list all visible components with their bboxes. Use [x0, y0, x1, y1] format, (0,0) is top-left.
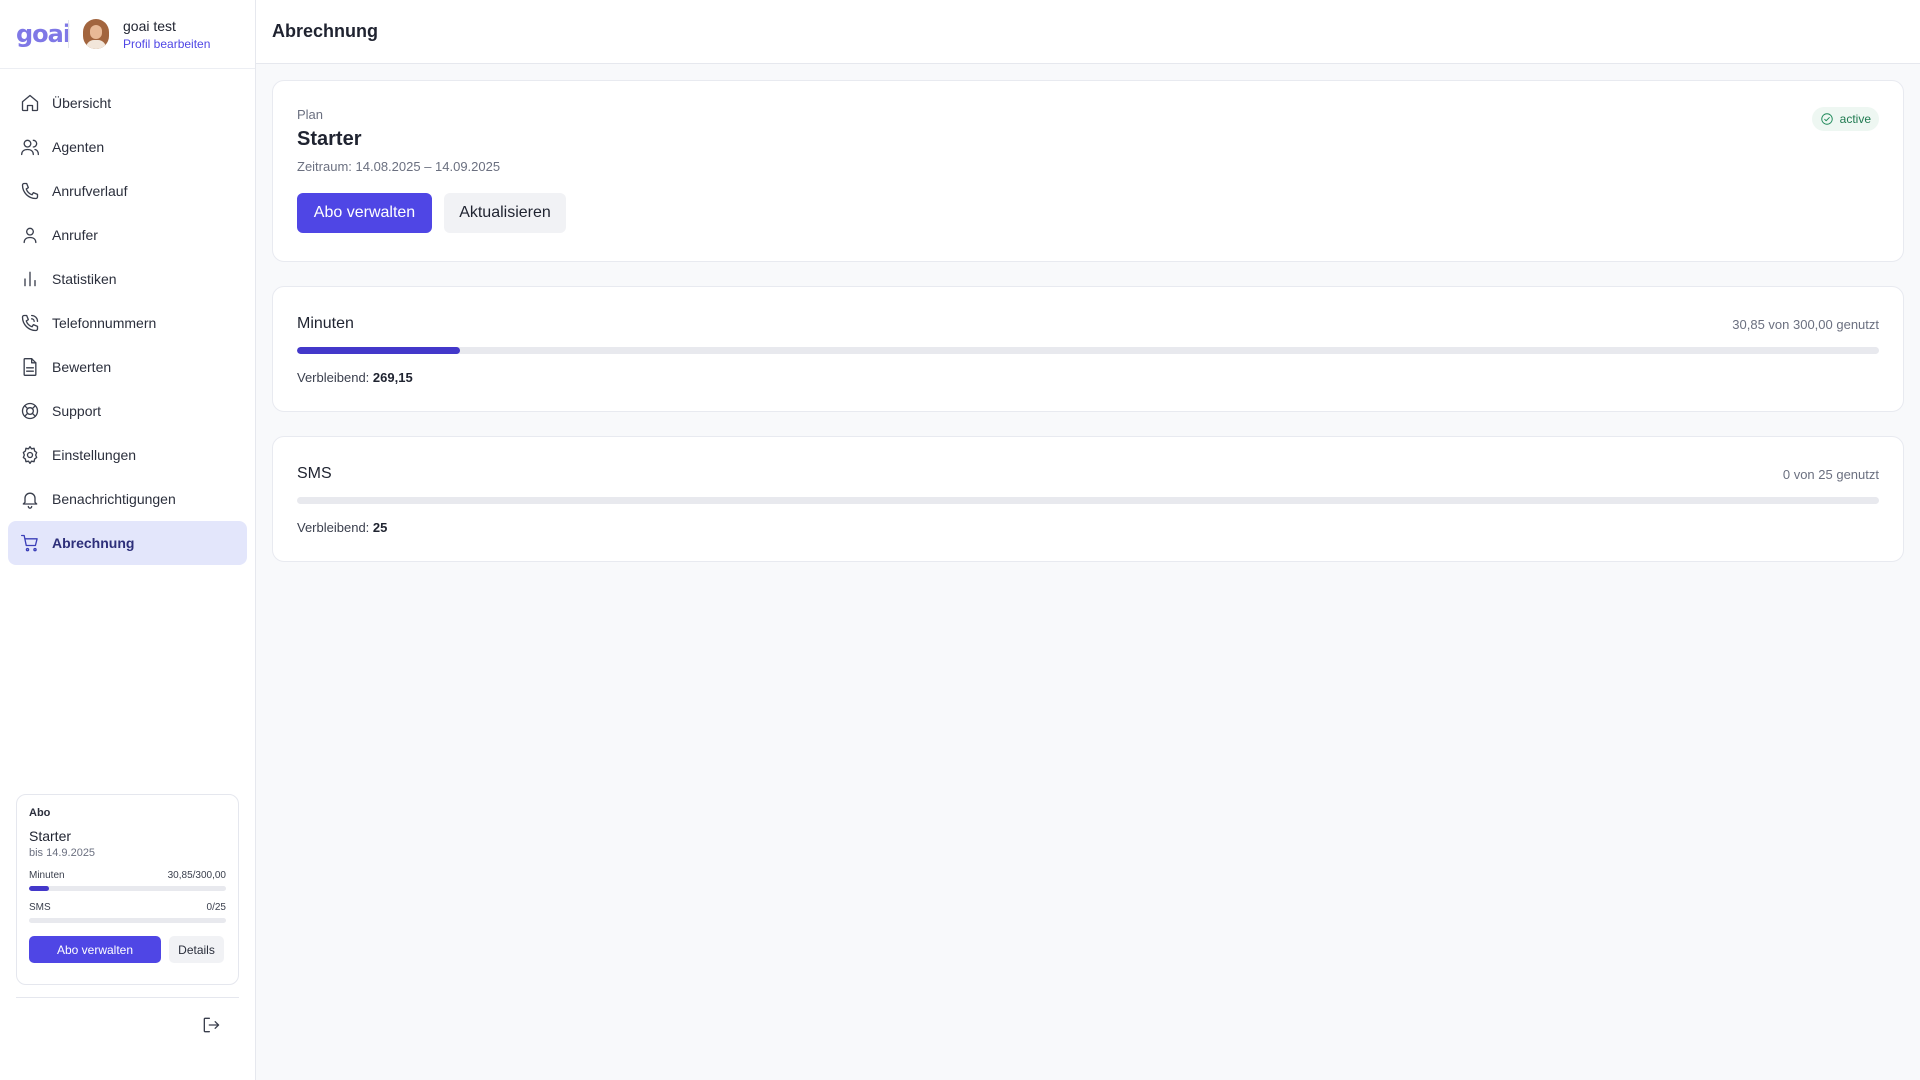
- sidebar-header: goai goai test Profil bearbeiten: [0, 0, 255, 69]
- sidebar-item-benachrichtigungen[interactable]: Benachrichtigungen: [8, 477, 247, 521]
- sidebar-item-label: Einstellungen: [52, 447, 137, 463]
- sidebar-item-label: Anrufer: [52, 227, 98, 243]
- plan-period: Zeitraum: 14.08.2025 – 14.09.2025: [297, 159, 501, 174]
- plan-label: Plan: [297, 107, 324, 122]
- refresh-button[interactable]: Aktualisieren: [444, 193, 566, 233]
- sms-usage-title: SMS: [297, 465, 332, 482]
- minutes-usage-count: 30,85 von 300,00 genutzt: [1732, 316, 1879, 332]
- sidebar-nav: Übersicht Agenten Anrufverlauf Anrufer S…: [0, 69, 255, 565]
- status-badge-label: active: [1839, 112, 1871, 126]
- subscription-title: Abo: [29, 807, 51, 819]
- phone-icon: [21, 182, 39, 200]
- subscription-plan: Starter: [29, 828, 72, 844]
- sidebar-item-label: Übersicht: [52, 95, 112, 111]
- sms-remaining: Verbleibend: 25: [297, 520, 1879, 535]
- sidebar-item-uebersicht[interactable]: Übersicht: [8, 81, 247, 125]
- page-title: Abrechnung: [272, 21, 378, 41]
- user-name: goai test: [123, 17, 176, 34]
- minutes-usage-fill: [297, 347, 460, 354]
- sms-usage-header: SMS 0 von 25 genutzt: [297, 465, 1879, 483]
- users-icon: [21, 139, 39, 156]
- logo[interactable]: goai: [16, 20, 71, 48]
- sidebar-item-abrechnung[interactable]: Abrechnung: [8, 521, 247, 565]
- minutes-remaining: Verbleibend: 269,15: [297, 370, 1879, 385]
- home-icon: [21, 94, 39, 112]
- minutes-remaining-value: 269,15: [372, 370, 413, 385]
- sidebar-item-anrufverlauf[interactable]: Anrufverlauf: [8, 169, 247, 213]
- sidebar-item-label: Support: [52, 403, 102, 419]
- subscription-card: Abo Starter bis 14.9.2025 Minuten 30,85/…: [16, 794, 239, 985]
- phone-forward-icon: [21, 314, 39, 332]
- bell-icon: [22, 492, 38, 509]
- bar-chart-icon: [24, 271, 36, 287]
- sms-usage-card: SMS 0 von 25 genutzt Verbleibend: 25: [272, 436, 1904, 562]
- sidebar-item-support[interactable]: Support: [8, 389, 247, 433]
- sms-progress-bar: [29, 918, 226, 923]
- header-divider: [68, 20, 69, 48]
- sidebar-item-label: Bewerten: [52, 359, 112, 375]
- manage-subscription-button[interactable]: Abo verwalten: [297, 193, 432, 233]
- details-button[interactable]: Details: [169, 936, 224, 963]
- minutes-value: 30,85/300,00: [167, 870, 226, 881]
- sidebar-item-telefonnummern[interactable]: Telefonnummern: [8, 301, 247, 345]
- sidebar-item-anrufer[interactable]: Anrufer: [8, 213, 247, 257]
- cart-icon: [21, 534, 38, 552]
- minutes-usage-bar: [297, 347, 1879, 354]
- sidebar-item-label: Benachrichtigungen: [52, 491, 176, 507]
- document-icon: [23, 358, 37, 376]
- minutes-usage-title: Minuten: [297, 315, 354, 332]
- sms-label: SMS: [29, 902, 51, 913]
- minutes-progress-fill: [29, 886, 50, 891]
- plan-name: Starter: [297, 128, 362, 150]
- minutes-usage-header: Minuten 30,85 von 300,00 genutzt: [297, 315, 1879, 333]
- avatar[interactable]: [83, 19, 109, 49]
- sidebar-item-label: Statistiken: [52, 271, 117, 287]
- sidebar-item-label: Anrufverlauf: [52, 183, 128, 199]
- sidebar-divider: [16, 997, 239, 998]
- sidebar-item-einstellungen[interactable]: Einstellungen: [8, 433, 247, 477]
- sms-remaining-label: Verbleibend:: [297, 520, 370, 535]
- subscription-actions: Abo verwalten Details: [29, 936, 226, 963]
- edit-profile-link[interactable]: Profil bearbeiten: [123, 37, 210, 51]
- minutes-label: Minuten: [29, 870, 65, 881]
- sidebar-item-bewerten[interactable]: Bewerten: [8, 345, 247, 389]
- plan-actions: Abo verwalten Aktualisieren: [297, 193, 1879, 233]
- manage-subscription-button[interactable]: Abo verwalten: [29, 936, 161, 963]
- sidebar: goai goai test Profil bearbeiten Übersic…: [0, 0, 256, 1080]
- lifebuoy-icon: [21, 402, 39, 420]
- plan-card: Plan Starter Zeitraum: 14.08.2025 – 14.0…: [272, 80, 1904, 262]
- sms-value: 0/25: [206, 902, 226, 913]
- minutes-row: Minuten 30,85/300,00: [29, 870, 226, 881]
- sms-remaining-value: 25: [372, 520, 388, 535]
- sidebar-item-agenten[interactable]: Agenten: [8, 125, 247, 169]
- sms-row: SMS 0/25: [29, 902, 226, 913]
- minutes-progress-bar: [29, 886, 226, 891]
- sidebar-item-label: Abrechnung: [52, 535, 135, 551]
- minutes-usage-card: Minuten 30,85 von 300,00 genutzt Verblei…: [272, 286, 1904, 412]
- user-icon: [23, 227, 37, 244]
- logout-button[interactable]: [201, 1015, 221, 1035]
- logout-icon: [203, 1017, 220, 1033]
- user-info: goai test Profil bearbeiten: [123, 18, 210, 51]
- check-circle-icon: [1820, 113, 1833, 125]
- gear-icon: [22, 446, 38, 464]
- sidebar-item-label: Telefonnummern: [52, 315, 157, 331]
- status-badge: active: [1811, 107, 1879, 131]
- minutes-remaining-label: Verbleibend:: [297, 370, 370, 385]
- top-bar: Abrechnung: [256, 0, 1920, 64]
- sidebar-item-statistiken[interactable]: Statistiken: [8, 257, 247, 301]
- sms-usage-count: 0 von 25 genutzt: [1782, 466, 1879, 482]
- sms-usage-bar: [297, 497, 1879, 504]
- sidebar-item-label: Agenten: [52, 139, 105, 155]
- subscription-until: bis 14.9.2025: [29, 847, 96, 859]
